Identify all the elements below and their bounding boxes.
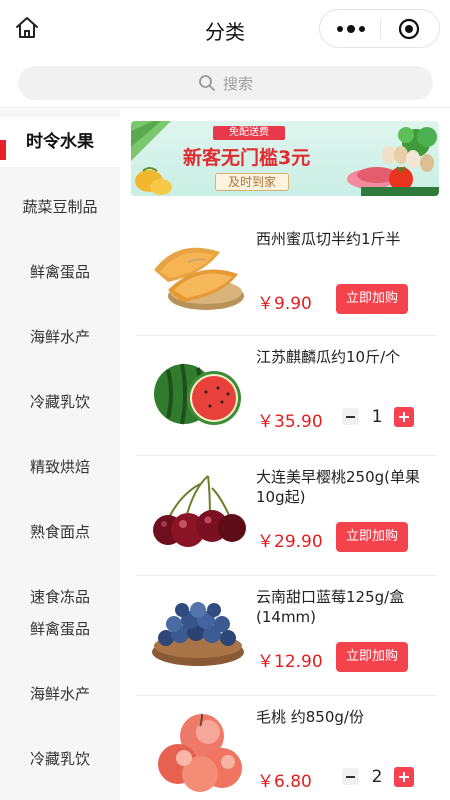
- product-name: 云南甜口蓝莓125g/盒(14mm): [256, 588, 405, 626]
- product-price: ￥29.90: [257, 532, 323, 552]
- divider: [136, 575, 436, 576]
- banner-headline: 新客无门槛3元: [183, 147, 311, 169]
- increase-quantity-button[interactable]: [394, 767, 414, 787]
- product-name: 江苏麒麟瓜约10斤/个: [256, 348, 401, 366]
- add-to-cart-button[interactable]: 立即加购: [336, 284, 408, 314]
- sidebar-item-bakery[interactable]: 精致烘焙: [0, 442, 120, 492]
- product-card[interactable]: 江苏麒麟瓜约10斤/个 ￥35.90 1: [120, 335, 450, 453]
- sidebar-item-dairy-2[interactable]: 冷藏乳饮: [0, 734, 120, 784]
- banner-subtitle: 及时到家: [215, 173, 289, 191]
- increase-quantity-button[interactable]: [394, 407, 414, 427]
- quantity-stepper: 1: [338, 405, 418, 429]
- add-to-cart-button[interactable]: 立即加购: [336, 642, 408, 672]
- product-list: 免配送费 新客无门槛3元 及时到家 西州蜜瓜切半约1斤半 ￥9.90 立即加购: [120, 109, 450, 800]
- product-card[interactable]: 大连美早樱桃250g(单果10g起) ￥29.90 立即加购: [120, 455, 450, 573]
- product-image-cherries: [153, 475, 246, 547]
- sidebar-item-poultry-eggs-2[interactable]: 鲜禽蛋品: [0, 604, 120, 654]
- search-input[interactable]: 搜索: [18, 66, 433, 100]
- mini-program-capsule: [319, 9, 440, 48]
- product-card[interactable]: 毛桃 约850g/份 ￥6.80 2: [120, 695, 450, 800]
- capsule-divider: [380, 19, 381, 39]
- product-price: ￥12.90: [257, 652, 323, 672]
- product-name: 毛桃 约850g/份: [256, 708, 364, 726]
- divider: [136, 455, 436, 456]
- search-bar-container: 搜索: [0, 58, 450, 108]
- quantity-value: 1: [371, 407, 383, 427]
- product-name: 大连美早樱桃250g(单果10g起): [256, 468, 421, 506]
- sidebar-item-seafood[interactable]: 海鲜水产: [0, 312, 120, 362]
- quantity-value: 2: [371, 767, 383, 787]
- product-name: 西州蜜瓜切半约1斤半: [256, 230, 401, 248]
- product-card[interactable]: 云南甜口蓝莓125g/盒(14mm) ￥12.90 立即加购: [120, 575, 450, 693]
- quantity-stepper: 2: [338, 765, 418, 789]
- add-to-cart-button[interactable]: 立即加购: [336, 522, 408, 552]
- category-sidebar: 时令水果 蔬菜豆制品 鲜禽蛋品 海鲜水产 冷藏乳饮 精致烘焙 熟食面点 速食冻品…: [0, 109, 120, 800]
- product-card[interactable]: 西州蜜瓜切半约1斤半 ￥9.90 立即加购: [120, 217, 450, 335]
- search-placeholder: 搜索: [223, 75, 254, 93]
- sidebar-item-vegetables[interactable]: 蔬菜豆制品: [0, 182, 120, 232]
- product-image-blueberries: [152, 602, 244, 666]
- sidebar-item-seafood-2[interactable]: 海鲜水产: [0, 669, 120, 719]
- product-image-melon: [154, 247, 244, 310]
- decrease-quantity-button[interactable]: [342, 408, 359, 425]
- sidebar-item-dairy[interactable]: 冷藏乳饮: [0, 377, 120, 427]
- sidebar-item-poultry-eggs[interactable]: 鲜禽蛋品: [0, 247, 120, 297]
- sidebar-item-seasonal-fruit[interactable]: 时令水果: [0, 117, 120, 167]
- divider: [136, 695, 436, 696]
- record-target-icon[interactable]: [398, 18, 420, 40]
- banner-tag: 免配送费: [213, 126, 285, 140]
- promo-banner[interactable]: 免配送费 新客无门槛3元 及时到家: [131, 121, 439, 196]
- product-price: ￥6.80: [257, 772, 312, 792]
- product-image-peaches: [158, 713, 242, 792]
- sidebar-item-deli[interactable]: 熟食面点: [0, 507, 120, 557]
- search-icon: [199, 75, 215, 91]
- nav-bar: 分类: [0, 0, 450, 58]
- product-price: ￥9.90: [257, 294, 312, 314]
- decrease-quantity-button[interactable]: [342, 768, 359, 785]
- product-price: ￥35.90: [257, 412, 323, 432]
- more-dots-icon[interactable]: [334, 23, 368, 35]
- divider: [136, 335, 436, 336]
- product-image-watermelon: [154, 363, 241, 425]
